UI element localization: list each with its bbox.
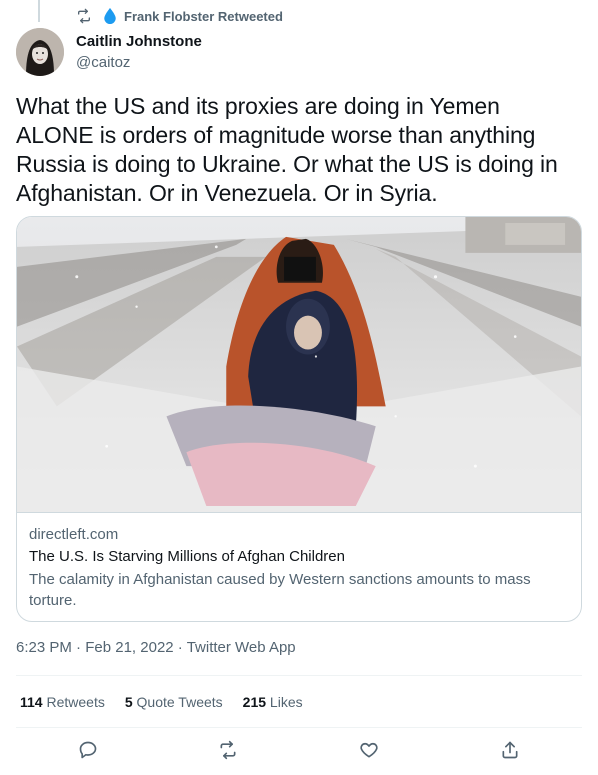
tweet-actions bbox=[0, 738, 598, 766]
author-handle[interactable]: @caitoz bbox=[76, 54, 130, 71]
likes-count: 215 bbox=[242, 694, 267, 710]
meta-separator: · bbox=[173, 639, 187, 656]
tweet-stats: 114 Retweets 5 Quote Tweets 215 Likes bbox=[20, 694, 303, 710]
tweet-time[interactable]: 6:23 PM bbox=[16, 639, 72, 656]
tweet-meta: 6:23 PM · Feb 21, 2022 · Twitter Web App bbox=[16, 639, 296, 656]
avatar[interactable] bbox=[16, 28, 64, 76]
retweets-label: Retweets bbox=[46, 694, 105, 710]
retweets-count: 114 bbox=[20, 694, 43, 710]
card-image bbox=[17, 217, 581, 513]
card-description: The calamity in Afghanistan caused by We… bbox=[29, 571, 531, 609]
meta-separator: · bbox=[71, 639, 86, 656]
tweet-date[interactable]: Feb 21, 2022 bbox=[85, 639, 173, 656]
share-button[interactable] bbox=[498, 738, 522, 762]
avatar-image bbox=[16, 28, 64, 76]
retweet-icon bbox=[78, 8, 90, 24]
author-name[interactable]: Caitlin Johnstone bbox=[76, 33, 202, 50]
retweets-stat[interactable]: 114 Retweets bbox=[20, 694, 105, 710]
reply-button[interactable] bbox=[76, 738, 100, 762]
card-domain: directleft.com bbox=[29, 526, 119, 543]
divider bbox=[16, 675, 582, 676]
retweet-context-label: Frank Flobster Retweeted bbox=[124, 8, 283, 24]
divider bbox=[16, 727, 582, 728]
retweet-icon bbox=[220, 740, 236, 760]
heart-icon bbox=[360, 742, 378, 758]
retweet-button[interactable] bbox=[216, 738, 240, 762]
reply-icon bbox=[79, 741, 97, 759]
retweet-context[interactable]: Frank Flobster Retweeted bbox=[76, 7, 283, 25]
water-drop-icon bbox=[104, 8, 116, 24]
likes-stat[interactable]: 215 Likes bbox=[243, 694, 303, 710]
quote-tweets-label: Quote Tweets bbox=[136, 694, 223, 710]
link-card[interactable]: directleft.com The U.S. Is Starving Mill… bbox=[16, 216, 582, 622]
thread-line bbox=[38, 0, 40, 22]
share-icon bbox=[502, 741, 518, 759]
quote-tweets-stat[interactable]: 5 Quote Tweets bbox=[125, 694, 223, 710]
likes-label: Likes bbox=[269, 694, 303, 710]
quote-tweets-count: 5 bbox=[124, 694, 133, 710]
like-button[interactable] bbox=[357, 738, 381, 762]
tweet-text: What the US and its proxies are doing in… bbox=[16, 93, 558, 206]
card-title: The U.S. Is Starving Millions of Afghan … bbox=[29, 548, 345, 565]
tweet-source-app[interactable]: Twitter Web App bbox=[187, 639, 296, 656]
